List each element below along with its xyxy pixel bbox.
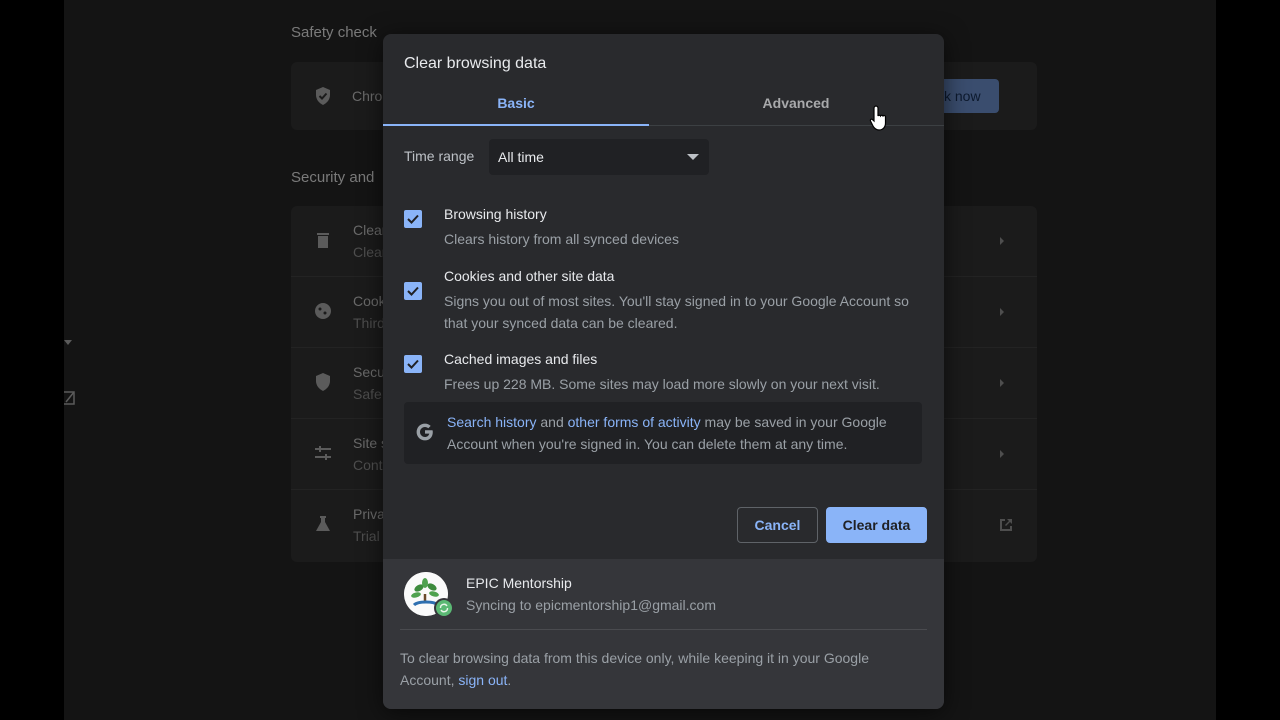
google-activity-notice: Search history and other forms of activi… — [404, 402, 922, 464]
time-range-select[interactable]: All time — [489, 139, 709, 175]
clear-browsing-data-dialog: Clear browsing data Basic Advanced Time … — [383, 34, 944, 709]
option-title: Browsing history — [444, 206, 547, 222]
cached-images-checkbox[interactable] — [404, 355, 422, 373]
hand-pointer-icon — [869, 105, 887, 131]
safety-check-heading: Safety check — [291, 24, 377, 41]
option-description: Clears history from all synced devices — [444, 231, 679, 247]
google-g-icon — [414, 421, 436, 443]
trash-icon — [313, 230, 333, 250]
tab-bar: Basic Advanced — [383, 86, 944, 126]
dropdown-arrow-icon — [687, 154, 699, 160]
cancel-button[interactable]: Cancel — [737, 507, 818, 543]
row-subtitle: Cont — [353, 457, 383, 473]
cookie-icon — [313, 301, 333, 321]
dialog-title: Clear browsing data — [404, 55, 547, 72]
row-subtitle: Trial — [353, 528, 380, 544]
row-title: Clear — [353, 222, 387, 238]
checkmark-icon — [407, 359, 419, 369]
security-heading: Security and — [291, 169, 375, 186]
option-title: Cached images and files — [444, 351, 598, 367]
chevron-right-icon — [995, 376, 1009, 390]
row-subtitle: Clear — [353, 244, 387, 260]
row-title: Secu — [353, 364, 385, 380]
notice-connector: and — [536, 414, 568, 430]
tab-basic[interactable]: Basic — [383, 86, 649, 126]
other-activity-link[interactable]: other forms of activity — [568, 414, 701, 430]
sync-badge-icon — [434, 598, 454, 618]
caret-down-icon — [64, 333, 72, 345]
option-title: Cookies and other site data — [444, 268, 615, 284]
clear-data-button[interactable]: Clear data — [826, 507, 927, 543]
cookies-checkbox[interactable] — [404, 282, 422, 300]
shield-check-icon — [313, 86, 333, 106]
footer-divider — [400, 629, 927, 630]
chevron-right-icon — [995, 305, 1009, 319]
sliders-icon — [313, 443, 333, 463]
checkmark-icon — [407, 214, 419, 224]
browsing-history-checkbox[interactable] — [404, 210, 422, 228]
note-end: . — [507, 672, 512, 688]
account-name: EPIC Mentorship — [466, 575, 572, 591]
row-subtitle: Safe — [353, 386, 382, 402]
search-history-link[interactable]: Search history — [447, 414, 536, 430]
time-range-value: All time — [498, 149, 544, 165]
row-subtitle: Third — [353, 315, 385, 331]
sign-out-link[interactable]: sign out — [458, 672, 507, 688]
option-description: Signs you out of most sites. You'll stay… — [444, 293, 909, 331]
row-title: Priva — [353, 506, 385, 522]
tab-advanced[interactable]: Advanced — [655, 86, 937, 125]
checkmark-icon — [407, 286, 419, 296]
flask-icon — [313, 514, 333, 534]
safety-check-text: Chro — [352, 88, 383, 104]
notice-text: Search history and other forms of activi… — [447, 411, 917, 455]
row-title: Cook — [353, 293, 386, 309]
chevron-right-icon — [995, 234, 1009, 248]
sign-out-note: To clear browsing data from this device … — [400, 647, 920, 691]
account-footer: EPIC Mentorship Syncing to epicmentorshi… — [383, 559, 944, 709]
time-range-label: Time range — [404, 148, 475, 164]
open-external-icon — [64, 390, 76, 406]
option-description: Frees up 228 MB. Some sites may load mor… — [444, 376, 880, 392]
account-sync-status: Syncing to epicmentorship1@gmail.com — [466, 597, 716, 613]
open-external-icon — [997, 516, 1015, 534]
shield-icon — [313, 372, 333, 392]
chevron-right-icon — [995, 447, 1009, 461]
